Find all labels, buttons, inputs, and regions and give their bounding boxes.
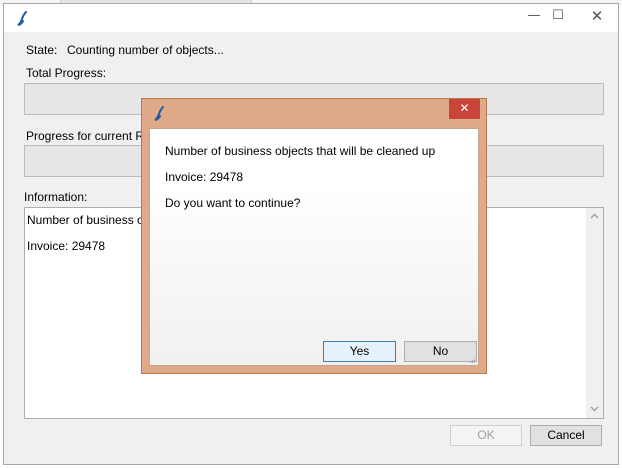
state-value: Counting number of objects... [67,43,224,57]
close-button[interactable]: ✕ [580,4,614,28]
cancel-button[interactable]: Cancel [530,425,602,446]
main-title-bar[interactable]: — ☐ ✕ [4,4,618,32]
ok-button[interactable]: OK [450,425,522,446]
current-progress-label: Progress for current Rec [26,129,157,143]
yes-button[interactable]: Yes [323,341,396,362]
maximize-button[interactable]: ☐ [541,4,575,28]
dialog-close-button[interactable]: ✕ [449,99,480,119]
information-line-1: Number of business obje [27,213,160,227]
information-line-2: Invoice: 29478 [27,239,106,253]
confirm-dialog: ✕ Number of business objects that will b… [141,98,487,374]
dialog-message-line-3: Do you want to continue? [165,196,301,210]
dialog-app-logo-icon [154,106,164,121]
app-logo-icon [17,11,27,26]
total-progress-label: Total Progress: [26,66,107,80]
information-label: Information: [24,190,88,204]
information-scrollbar[interactable] [586,208,603,418]
dialog-message-line-2: Invoice: 29478 [165,170,244,184]
dialog-client-area: Number of business objects that will be … [149,128,479,366]
no-button[interactable]: No [404,341,477,362]
resize-grip-icon[interactable] [468,356,476,364]
chevron-up-icon[interactable] [590,213,599,219]
chevron-down-icon[interactable] [590,406,599,412]
dialog-message-line-1: Number of business objects that will be … [165,144,436,158]
state-label: State: [26,43,58,57]
